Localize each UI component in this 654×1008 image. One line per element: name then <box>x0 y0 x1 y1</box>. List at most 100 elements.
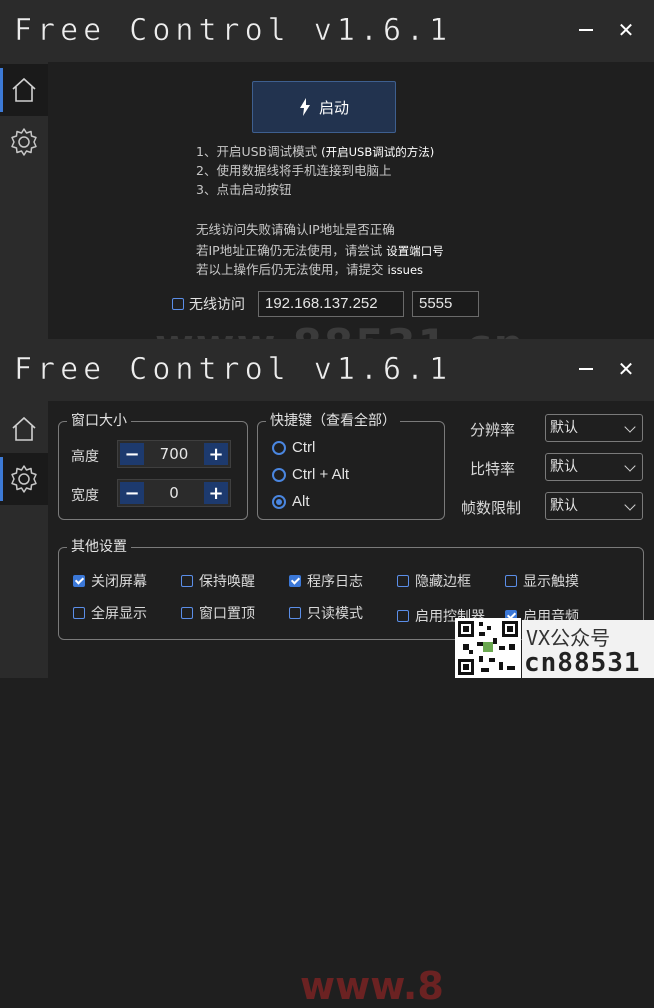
bitrate-select[interactable]: 默认 <box>545 453 643 481</box>
option-keep-awake[interactable]: 保持唤醒 <box>181 571 255 591</box>
fps-limit-label: 帧数限制 <box>461 499 522 517</box>
width-decrement-button[interactable]: − <box>120 482 144 504</box>
ip-address-field[interactable]: 192.168.137.252 <box>258 291 404 317</box>
hotkey-option-label: Ctrl + Alt <box>292 466 350 483</box>
hotkey-radio-ctrl-alt[interactable] <box>272 467 286 482</box>
chevron-down-icon <box>624 499 636 511</box>
brand-bottom-text: cn88531 <box>524 648 641 678</box>
set-port-link[interactable]: 设置端口号 <box>386 244 444 258</box>
app-title: Free Control v1.6.1 <box>14 13 453 48</box>
checkbox[interactable] <box>73 575 85 587</box>
minimize-icon <box>579 29 593 31</box>
hotkey-option-ctrl-alt[interactable]: Ctrl + Alt <box>272 466 349 483</box>
note-line-3: 若以上操作后仍无法使用，请提交 issues <box>196 261 423 279</box>
checkbox[interactable] <box>505 575 517 587</box>
checkbox[interactable] <box>289 607 301 619</box>
minimize-icon <box>579 368 593 370</box>
app-title-settings: Free Control v1.6.1 <box>14 352 453 387</box>
brand-top-text: VX公众号 <box>526 626 611 650</box>
option-show-touch[interactable]: 显示触摸 <box>505 571 579 591</box>
checkbox[interactable] <box>397 575 409 587</box>
height-decrement-button[interactable]: − <box>120 443 144 465</box>
hotkey-legend[interactable]: 快捷键（查看全部） <box>266 412 400 430</box>
option-program-log[interactable]: 程序日志 <box>289 571 363 591</box>
checkbox[interactable] <box>397 610 409 622</box>
start-button[interactable]: 启动 <box>252 81 396 133</box>
option-close-screen[interactable]: 关闭屏幕 <box>73 571 147 591</box>
home-icon <box>12 416 36 441</box>
minimize-button-settings[interactable] <box>572 355 600 383</box>
sidebar-item-settings[interactable] <box>0 453 48 505</box>
home-content: 启动 1、开启USB调试模式 (开启USB调试的方法) 2、使用数据线将手机连接… <box>48 62 654 339</box>
instruction-1-text: 1、开启USB调试模式 <box>196 144 318 159</box>
home-icon <box>12 77 36 102</box>
usb-help-link[interactable]: (开启USB调试的方法) <box>321 145 434 159</box>
note-line-2: 若IP地址正确仍无法使用，请尝试 设置端口号 <box>196 242 444 260</box>
option-label: 窗口置顶 <box>199 606 255 622</box>
sidebar <box>0 62 48 339</box>
checkbox[interactable] <box>181 607 193 619</box>
instruction-2: 2、使用数据线将手机连接到电脑上 <box>196 163 392 178</box>
width-label: 宽度 <box>71 488 99 504</box>
checkbox[interactable] <box>181 575 193 587</box>
chevron-down-icon <box>624 460 636 472</box>
option-label: 显示触摸 <box>523 574 579 590</box>
bitrate-value: 默认 <box>550 459 578 475</box>
other-settings-legend: 其他设置 <box>67 538 131 556</box>
checkbox[interactable] <box>73 607 85 619</box>
option-always-on-top[interactable]: 窗口置顶 <box>181 603 255 623</box>
note-line-1: 无线访问失败请确认IP地址是否正确 <box>196 222 395 237</box>
height-value[interactable]: 700 <box>146 445 202 463</box>
sidebar-item-settings[interactable] <box>0 116 48 168</box>
option-fullscreen[interactable]: 全屏显示 <box>73 603 147 623</box>
chevron-down-icon <box>624 421 636 433</box>
window-size-group: 窗口大小 高度 − 700 + 宽度 − 0 + <box>58 412 248 520</box>
gear-icon <box>11 465 37 493</box>
hotkey-option-alt[interactable]: Alt <box>272 493 310 510</box>
hotkey-radio-ctrl[interactable] <box>272 440 286 455</box>
resolution-select[interactable]: 默认 <box>545 414 643 442</box>
note-line-3-text: 若以上操作后仍无法使用，请提交 <box>196 262 384 277</box>
option-label: 全屏显示 <box>91 606 147 622</box>
instruction-1: 1、开启USB调试模式 (开启USB调试的方法) <box>196 143 434 161</box>
width-increment-button[interactable]: + <box>204 482 228 504</box>
wireless-checkbox-box[interactable] <box>172 298 184 310</box>
sidebar-item-home[interactable] <box>0 403 48 455</box>
close-button[interactable]: ✕ <box>612 16 640 44</box>
option-label: 程序日志 <box>307 574 363 590</box>
close-button-settings[interactable]: ✕ <box>612 355 640 383</box>
hotkey-option-ctrl[interactable]: Ctrl <box>272 439 315 456</box>
wireless-access-checkbox[interactable]: 无线访问 <box>172 291 245 317</box>
width-stepper: − 0 + <box>117 479 231 507</box>
fps-limit-value: 默认 <box>550 498 578 514</box>
option-label: 关闭屏幕 <box>91 574 147 590</box>
option-label: 只读模式 <box>307 606 363 622</box>
sidebar-settings <box>0 401 48 678</box>
hotkey-radio-alt[interactable] <box>272 494 286 509</box>
title-bar-settings[interactable]: Free Control v1.6.1 ✕ <box>0 339 654 401</box>
lightning-icon <box>299 98 310 116</box>
fps-limit-select[interactable]: 默认 <box>545 492 643 520</box>
height-increment-button[interactable]: + <box>204 443 228 465</box>
minimize-button[interactable] <box>572 16 600 44</box>
hotkey-option-label: Ctrl <box>292 439 316 456</box>
port-field[interactable]: 5555 <box>412 291 479 317</box>
gear-icon <box>11 128 37 156</box>
width-value[interactable]: 0 <box>146 484 202 502</box>
bitrate-label: 比特率 <box>470 460 516 478</box>
watermark-text-bottom: www.8 <box>300 964 444 1008</box>
qr-code-image <box>455 618 521 678</box>
issues-link[interactable]: issues <box>388 263 424 277</box>
qr-code-icon <box>458 621 518 675</box>
sidebar-item-home[interactable] <box>0 64 48 116</box>
hotkey-option-label: Alt <box>292 493 310 510</box>
brand-badge: VX公众号 cn88531 <box>522 620 654 678</box>
option-hide-border[interactable]: 隐藏边框 <box>397 571 471 591</box>
height-stepper: − 700 + <box>117 440 231 468</box>
resolution-label: 分辨率 <box>470 421 516 439</box>
title-bar[interactable]: Free Control v1.6.1 ✕ <box>0 0 654 62</box>
checkbox[interactable] <box>289 575 301 587</box>
note-line-2-text: 若IP地址正确仍无法使用，请尝试 <box>196 243 383 258</box>
resolution-value: 默认 <box>550 420 578 436</box>
option-read-only[interactable]: 只读模式 <box>289 603 363 623</box>
